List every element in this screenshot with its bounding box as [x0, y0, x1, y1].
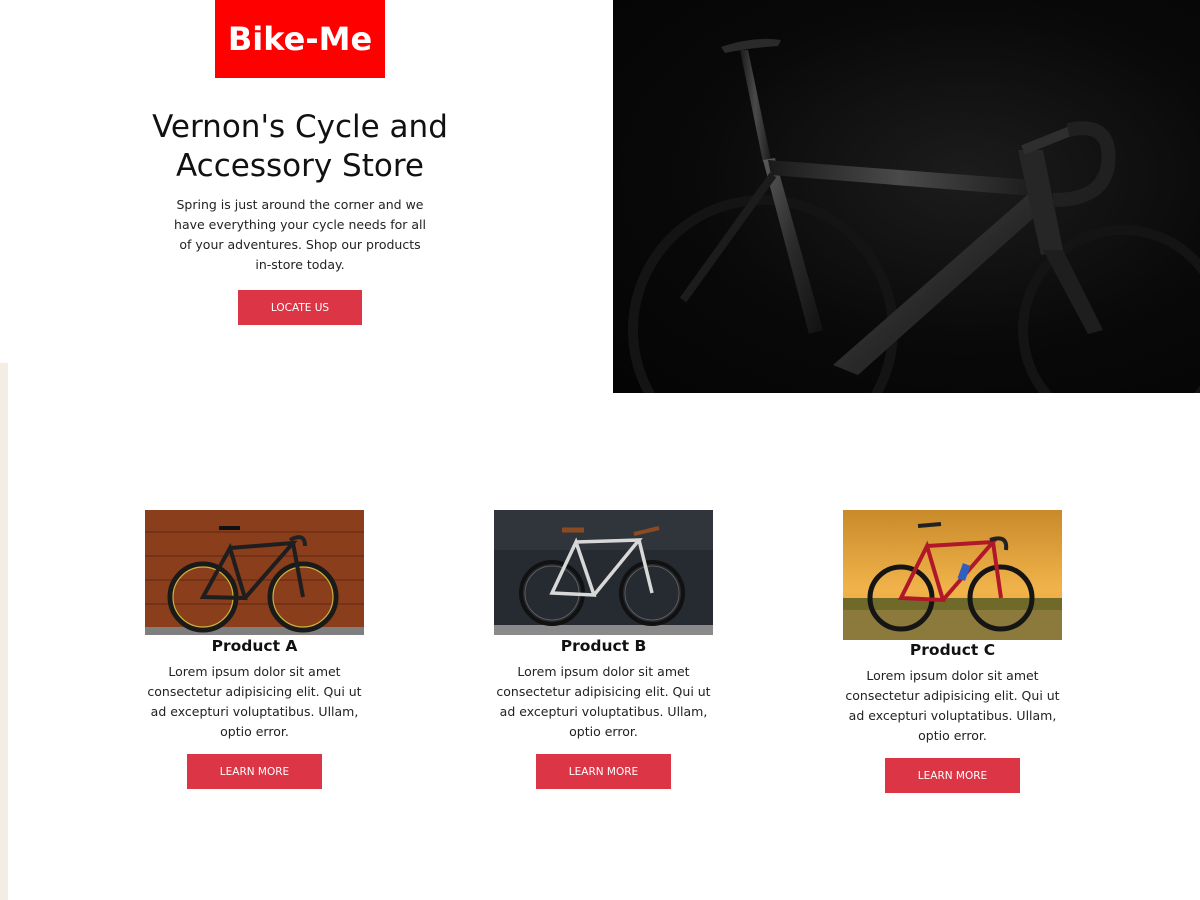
product-c-learn-more-button[interactable]: LEARN MORE	[885, 758, 1020, 793]
red-road-bike-sunset-field-photo	[843, 510, 1062, 640]
brand-logo-text: Bike-Me	[227, 20, 373, 58]
page: Bike-Me Vernon's Cycle and Accessory Sto…	[0, 0, 1200, 900]
left-edge-strip	[0, 363, 8, 900]
hero-description: Spring is just around the corner and we …	[174, 197, 426, 272]
product-b-description: Lorem ipsum dolor sit amet consectetur a…	[496, 664, 711, 739]
locate-us-button[interactable]: LOCATE US	[238, 290, 362, 325]
brand-logo[interactable]: Bike-Me	[215, 0, 385, 78]
silver-fixie-bike-dark-wall-photo	[494, 510, 713, 635]
product-b-learn-more-button[interactable]: LEARN MORE	[536, 754, 671, 789]
product-a-image	[145, 510, 364, 635]
product-b-title: Product B	[560, 637, 647, 655]
product-b-image	[494, 510, 713, 635]
product-a-title: Product A	[211, 637, 298, 655]
black-road-bike-wood-wall-photo	[145, 510, 364, 635]
product-c-image	[843, 510, 1062, 640]
product-a-learn-more-button[interactable]: LEARN MORE	[187, 754, 322, 789]
product-c-description: Lorem ipsum dolor sit amet consectetur a…	[845, 668, 1060, 743]
hero-title: Vernon's Cycle and Accessory Store	[152, 109, 448, 184]
road-bike-dark-photo	[628, 38, 1200, 393]
product-c-title: Product C	[909, 641, 996, 659]
hero-bike-image	[613, 0, 1200, 393]
product-a-description: Lorem ipsum dolor sit amet consectetur a…	[147, 664, 362, 739]
